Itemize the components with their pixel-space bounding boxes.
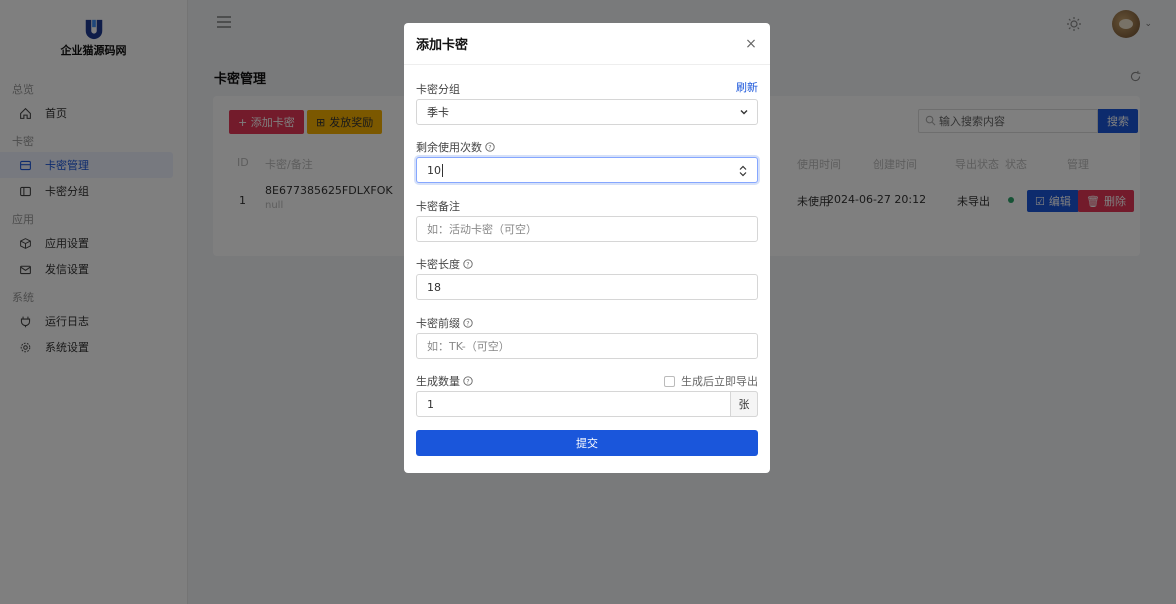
length-input[interactable]: 18 bbox=[416, 274, 758, 300]
add-card-modal: 添加卡密 × 卡密分组 刷新 季卡 剩余使用次数 ? 10 卡密备注 如：活动卡… bbox=[404, 23, 770, 473]
chevron-down-icon bbox=[740, 110, 748, 115]
export-now-checkbox[interactable]: 生成后立即导出 bbox=[664, 373, 758, 389]
export-now-label: 生成后立即导出 bbox=[681, 375, 758, 388]
svg-text:?: ? bbox=[466, 320, 469, 327]
close-icon[interactable]: × bbox=[744, 36, 758, 52]
uses-label: 剩余使用次数 ? bbox=[416, 139, 495, 155]
help-icon[interactable]: ? bbox=[463, 376, 473, 386]
text-caret bbox=[442, 163, 443, 177]
help-icon[interactable]: ? bbox=[485, 142, 495, 152]
remark-label: 卡密备注 bbox=[416, 200, 460, 213]
remark-input[interactable]: 如：活动卡密（可空） bbox=[416, 216, 758, 242]
prefix-label: 卡密前缀 ? bbox=[416, 315, 473, 331]
qty-unit: 张 bbox=[730, 391, 758, 417]
svg-text:?: ? bbox=[488, 144, 491, 151]
number-spinner-icon[interactable] bbox=[739, 165, 747, 177]
uses-input-value: 10 bbox=[427, 163, 441, 177]
length-input-value: 18 bbox=[427, 280, 441, 294]
remark-placeholder: 如：活动卡密（可空） bbox=[427, 223, 537, 236]
prefix-label-text: 卡密前缀 bbox=[416, 317, 460, 330]
refresh-group-link[interactable]: 刷新 bbox=[736, 79, 758, 95]
checkbox-box[interactable] bbox=[664, 375, 675, 387]
uses-input[interactable]: 10 bbox=[416, 157, 758, 183]
qty-label-text: 生成数量 bbox=[416, 375, 460, 388]
qty-input-value: 1 bbox=[427, 397, 434, 411]
group-label: 卡密分组 bbox=[416, 83, 460, 96]
qty-input[interactable]: 1 张 bbox=[416, 391, 758, 417]
svg-text:?: ? bbox=[466, 378, 469, 385]
help-icon[interactable]: ? bbox=[463, 259, 473, 269]
length-label-text: 卡密长度 bbox=[416, 258, 460, 271]
length-label: 卡密长度 ? bbox=[416, 256, 473, 272]
submit-button[interactable]: 提交 bbox=[416, 430, 758, 456]
modal-title: 添加卡密 bbox=[416, 38, 469, 53]
qty-label: 生成数量 ? bbox=[416, 373, 473, 389]
modal-header: 添加卡密 × bbox=[404, 23, 770, 65]
uses-label-text: 剩余使用次数 bbox=[416, 141, 482, 154]
group-select-value: 季卡 bbox=[427, 106, 449, 119]
svg-text:?: ? bbox=[466, 261, 469, 268]
help-icon[interactable]: ? bbox=[463, 318, 473, 328]
group-select[interactable]: 季卡 bbox=[416, 99, 758, 125]
prefix-placeholder: 如：TK-（可空） bbox=[427, 340, 510, 353]
prefix-input[interactable]: 如：TK-（可空） bbox=[416, 333, 758, 359]
